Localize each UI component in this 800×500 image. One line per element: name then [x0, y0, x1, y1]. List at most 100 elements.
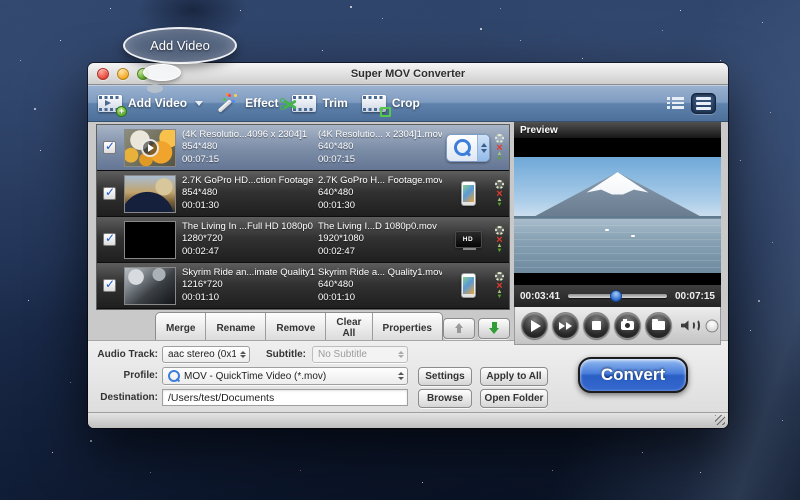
- effect-button[interactable]: Effect: [217, 93, 278, 113]
- preview-pane: Preview 00:03:41 00:07:15: [514, 122, 721, 345]
- crop-label: Crop: [391, 96, 420, 110]
- tooltip-bubble-tail-large: [143, 64, 181, 81]
- row4-format-selector[interactable]: [442, 273, 494, 298]
- clear-all-button[interactable]: Clear All: [326, 313, 373, 343]
- crop-button[interactable]: Crop: [361, 94, 420, 117]
- window-title: Super MOV Converter: [350, 67, 466, 80]
- properties-button[interactable]: Properties: [372, 313, 442, 343]
- video-frame: [514, 157, 721, 273]
- fast-forward-button[interactable]: [552, 312, 579, 339]
- desktop-background: Add Video Super MOV Converter + Add Vide…: [0, 0, 800, 500]
- destination-label: Destination:: [100, 392, 158, 403]
- open-folder-button[interactable]: Open Folder: [480, 389, 548, 408]
- add-video-button[interactable]: + Add Video: [98, 94, 204, 117]
- stepper-icon: [394, 372, 404, 380]
- detail-view-icon[interactable]: [667, 97, 684, 109]
- window-titlebar[interactable]: Super MOV Converter: [88, 63, 728, 85]
- stop-button[interactable]: [583, 312, 610, 339]
- file-row-2[interactable]: ✓ 2.7K GoPro HD...ction Footage 854*480 …: [97, 171, 509, 216]
- volume-slider-knob[interactable]: [705, 319, 719, 332]
- checkmark-icon: ✓: [105, 139, 116, 153]
- camera-icon: [621, 319, 634, 330]
- move-up-button[interactable]: [443, 317, 475, 339]
- apply-to-all-button[interactable]: Apply to All: [480, 367, 548, 386]
- destination-input[interactable]: /Users/test/Documents: [162, 389, 408, 406]
- row1-checkbox[interactable]: ✓: [103, 139, 116, 154]
- file-row-4[interactable]: ✓ Skyrim Ride an...imate Quality1 1216*7…: [97, 263, 509, 308]
- iphone-device-icon: [460, 273, 476, 298]
- preview-timebar: 00:03:41 00:07:15: [514, 285, 721, 307]
- view-toggle-group: [667, 92, 716, 114]
- row4-checkbox[interactable]: ✓: [103, 277, 116, 292]
- rename-button[interactable]: Rename: [206, 313, 267, 343]
- wallpaper-stars-bright: [0, 0, 2, 2]
- add-video-icon: +: [98, 94, 127, 117]
- move-down-icon[interactable]: ▼: [497, 156, 503, 162]
- add-video-tooltip-bubble: Add Video: [123, 27, 237, 64]
- volume-slider[interactable]: [705, 319, 719, 332]
- play-overlay-icon: [141, 138, 159, 157]
- video-lake: [514, 216, 721, 273]
- browse-button[interactable]: Browse: [418, 389, 472, 408]
- trim-button[interactable]: Trim: [280, 94, 348, 112]
- scissors-icon: [280, 97, 298, 110]
- seek-slider[interactable]: [568, 290, 667, 302]
- row2-actions: × ▲ ▼: [495, 179, 504, 208]
- move-down-icon[interactable]: ▼: [497, 202, 503, 208]
- down-arrow-icon: [489, 322, 499, 334]
- trim-label: Trim: [322, 96, 348, 110]
- trim-icon: [280, 94, 317, 112]
- seek-slider-knob[interactable]: [609, 290, 622, 302]
- row4-output-info: Skyrim Ride a... Quality1.mov 640*480 00…: [318, 266, 442, 303]
- add-video-tooltip-label: Add Video: [150, 38, 210, 53]
- tooltip-bubble-tail-small: [147, 84, 163, 93]
- row3-thumbnail: [124, 220, 176, 259]
- row4-source-info: Skyrim Ride an...imate Quality1 1216*720…: [182, 266, 316, 303]
- quicktime-format-icon: [446, 133, 490, 162]
- resize-grip[interactable]: [715, 415, 725, 425]
- file-row-3[interactable]: ✓ The Living In ...Full HD 1080p0 1280*7…: [97, 217, 509, 262]
- row4-actions: × ▲ ▼: [495, 271, 504, 300]
- stepper-icon: [394, 350, 404, 359]
- remove-button[interactable]: Remove: [266, 313, 327, 343]
- row3-checkbox[interactable]: ✓: [103, 231, 116, 246]
- app-window: Super MOV Converter + Add Video Effect T…: [88, 63, 728, 428]
- file-row-1[interactable]: ✓ (4K Resolutio...4096 x 2304]1 854*480 …: [97, 125, 509, 170]
- subtitle-select[interactable]: No Subtitle: [312, 346, 408, 363]
- up-arrow-icon: [455, 323, 463, 333]
- window-content: ✓ (4K Resolutio...4096 x 2304]1 854*480 …: [88, 122, 728, 428]
- merge-button[interactable]: Merge: [156, 313, 207, 343]
- preview-header: Preview: [514, 122, 721, 139]
- row2-format-selector[interactable]: [442, 181, 494, 206]
- main-toolbar: + Add Video Effect Trim Crop: [88, 85, 728, 122]
- open-folder-round-button[interactable]: [645, 312, 672, 339]
- row2-checkbox[interactable]: ✓: [103, 185, 116, 200]
- row3-output-info: The Living I...D 1080p0.mov 1920*1080 00…: [318, 220, 437, 257]
- row1-format-selector[interactable]: [442, 133, 494, 162]
- list-actions-bar: Merge Rename Remove Clear All Properties: [96, 312, 510, 344]
- effect-wand-icon: [217, 93, 239, 113]
- play-button[interactable]: [521, 312, 548, 339]
- row3-actions: × ▲ ▼: [495, 225, 504, 254]
- settings-button[interactable]: Settings: [418, 367, 472, 386]
- move-down-icon[interactable]: ▼: [497, 248, 503, 254]
- preview-title: Preview: [520, 124, 558, 136]
- preview-video-area: [514, 139, 721, 285]
- reorder-buttons: [443, 317, 510, 339]
- current-time: 00:03:41: [520, 290, 561, 302]
- checkmark-icon: ✓: [105, 185, 116, 199]
- plus-badge-icon: +: [116, 105, 127, 117]
- row1-source-info: (4K Resolutio...4096 x 2304]1 854*480 00…: [182, 128, 308, 165]
- row4-thumbnail: [124, 266, 176, 305]
- convert-button[interactable]: Convert: [578, 357, 688, 393]
- profile-select[interactable]: MOV - QuickTime Video (*.mov): [162, 367, 408, 385]
- iphone-device-icon: [460, 181, 476, 206]
- row3-source-info: The Living In ...Full HD 1080p0 1280*720…: [182, 220, 313, 257]
- snapshot-button[interactable]: [614, 312, 641, 339]
- window-footer: [88, 412, 728, 428]
- list-view-icon-selected[interactable]: [691, 92, 716, 114]
- move-down-icon[interactable]: ▼: [497, 294, 503, 300]
- move-down-button[interactable]: [478, 317, 510, 339]
- audio-track-select[interactable]: aac stereo (0x1): [162, 346, 250, 363]
- row3-format-selector[interactable]: HD: [442, 231, 494, 250]
